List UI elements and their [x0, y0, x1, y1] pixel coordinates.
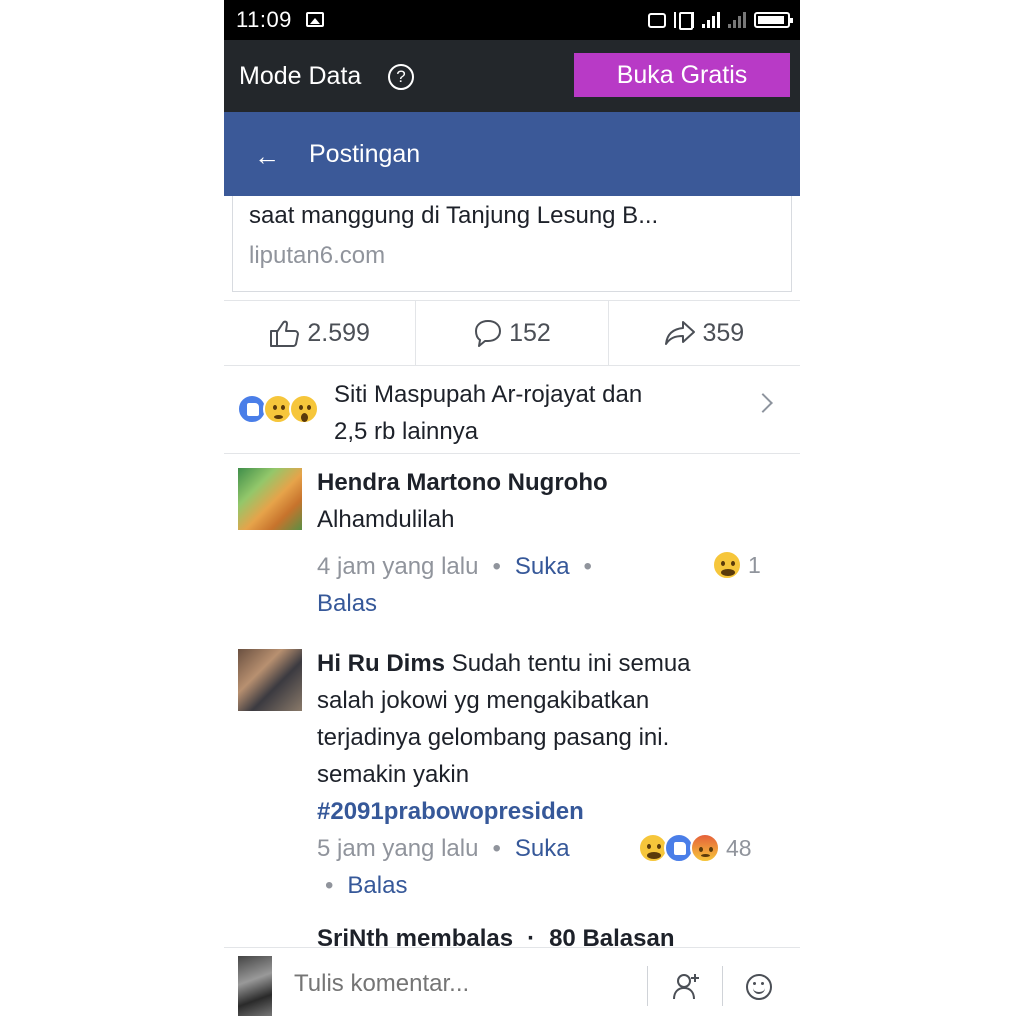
- share-count: 359: [702, 318, 745, 347]
- angry-icon: [690, 833, 720, 863]
- comment-count: 152: [509, 318, 551, 347]
- comment-button[interactable]: 152: [416, 301, 609, 365]
- comment-text-2: salah jokowi yg mengakibatkan: [317, 687, 650, 714]
- comment-time: 5 jam yang lalu: [317, 835, 479, 862]
- back-arrow-icon[interactable]: ←: [254, 141, 280, 172]
- reactions-text: Siti Maspupah Ar-rojayat dan 2,5 rb lain…: [334, 376, 734, 450]
- comment-like-link[interactable]: Suka: [515, 835, 570, 862]
- divider: [722, 966, 723, 1006]
- reaction-icons: [237, 394, 319, 424]
- comment-text-1: Sudah tentu ini semua: [451, 650, 691, 677]
- data-mode-bar: Mode Data ? Buka Gratis: [224, 40, 800, 112]
- signal-2-icon: [728, 12, 746, 28]
- chevron-right-icon: [753, 393, 773, 413]
- comment-item: Hendra Martono Nugroho Alhamdulilah 4 ja…: [224, 466, 800, 636]
- comment-reaction-count: 48: [726, 834, 752, 861]
- link-source: liputan6.com: [249, 242, 386, 269]
- message-icon: [648, 12, 666, 28]
- comment-time: 4 jam yang lalu: [317, 553, 479, 580]
- open-free-button[interactable]: Buka Gratis: [574, 53, 790, 97]
- reply-count: 80 Balasan: [549, 925, 675, 947]
- comment-body: Hendra Martono Nugroho Alhamdulilah 4 ja…: [317, 464, 777, 622]
- share-button[interactable]: 359: [609, 301, 800, 365]
- data-mode-label: Mode Data: [239, 62, 362, 90]
- avatar[interactable]: [238, 468, 302, 530]
- phone-screen: 11:09 Mode Data ? Buka Gratis ← Postinga…: [224, 0, 800, 1024]
- comment-reactions[interactable]: 1: [712, 550, 761, 580]
- comment-author[interactable]: Hi Ru Dims: [317, 650, 445, 677]
- reply-summary[interactable]: SriNth membalas · 80 Balasan: [317, 925, 675, 947]
- avatar: [238, 956, 272, 1016]
- status-icons: [648, 8, 793, 32]
- hashtag-link[interactable]: #2091prabowopresiden: [317, 793, 777, 830]
- image-icon: [306, 12, 324, 27]
- signal-icon: [702, 12, 720, 28]
- comment-text: Alhamdulilah: [317, 506, 455, 533]
- thumbs-up-icon: [270, 320, 300, 347]
- comment-item: Hi Ru Dims Sudah tentu ini semua salah j…: [224, 647, 800, 937]
- status-bar: 11:09: [224, 0, 800, 40]
- wow-icon: [289, 394, 319, 424]
- battery-icon: [754, 12, 793, 28]
- reply-summary-text: SriNth membalas: [317, 925, 514, 947]
- haha-icon: [712, 550, 742, 580]
- help-icon[interactable]: ?: [388, 64, 414, 90]
- reactions-line-1: Siti Maspupah Ar-rojayat dan: [334, 381, 643, 408]
- share-arrow-icon: [665, 321, 696, 345]
- status-time: 11:09: [236, 7, 292, 32]
- comment-text-4: semakin yakin: [317, 761, 470, 788]
- comment-reaction-count: 1: [748, 551, 761, 578]
- tag-friend-icon[interactable]: [672, 972, 700, 1000]
- link-description: saat manggung di Tanjung Lesung B...: [249, 202, 659, 229]
- avatar[interactable]: [238, 649, 302, 711]
- comment-composer: [224, 947, 800, 1024]
- comment-reply-link[interactable]: Balas: [317, 590, 377, 617]
- comment-reactions[interactable]: 48: [638, 833, 752, 863]
- emoji-icon[interactable]: [746, 974, 772, 1000]
- reactions-summary[interactable]: Siti Maspupah Ar-rojayat dan 2,5 rb lain…: [224, 366, 800, 454]
- vibrate-icon: [674, 12, 694, 30]
- divider: [647, 966, 648, 1006]
- comment-like-link[interactable]: Suka: [515, 553, 570, 580]
- comment-bubble-icon: [475, 320, 502, 347]
- title-bar: ← Postingan: [224, 112, 800, 196]
- comment-author[interactable]: Hendra Martono Nugroho: [317, 464, 777, 501]
- like-button[interactable]: 2.599: [224, 301, 417, 365]
- comment-input[interactable]: [294, 970, 634, 998]
- like-count: 2.599: [307, 318, 370, 347]
- reactions-line-2: 2,5 rb lainnya: [334, 418, 479, 445]
- link-preview-card[interactable]: saat manggung di Tanjung Lesung B... lip…: [232, 196, 792, 292]
- post-action-bar: 2.599 152 359: [224, 300, 800, 366]
- comment-text-3: terjadinya gelombang pasang ini.: [317, 724, 670, 751]
- page-title: Postingan: [309, 140, 421, 168]
- comment-body: Hi Ru Dims Sudah tentu ini semua salah j…: [317, 645, 777, 904]
- comment-reply-link[interactable]: Balas: [347, 872, 407, 899]
